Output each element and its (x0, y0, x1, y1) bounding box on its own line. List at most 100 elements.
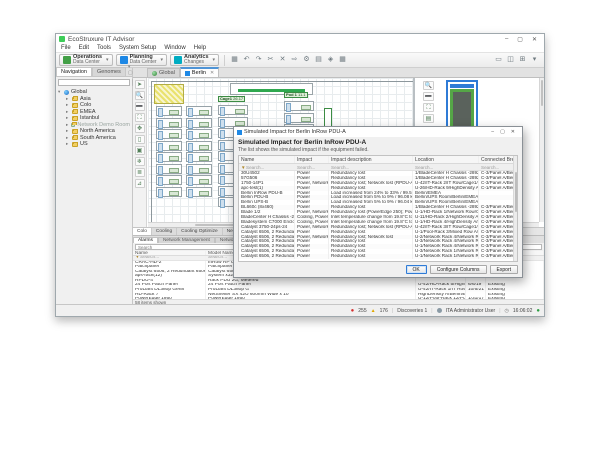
palette-tool-icon[interactable]: ➖ (135, 102, 145, 111)
impact-row[interactable]: Catalyst 6506, 2 Redundant 6506s (2 Powe… (239, 254, 517, 259)
globe-icon (152, 71, 157, 76)
hatched-area (154, 84, 184, 104)
menu-item[interactable]: System Setup (119, 45, 156, 51)
elevation-tool-icon[interactable]: ⛶ (423, 103, 434, 112)
impact-filter-row[interactable]: ▼Search... Search... Search... Search...… (239, 164, 517, 171)
view-mode-tab[interactable]: Colo (133, 228, 152, 235)
view-mode-tab[interactable]: Cooling (152, 228, 177, 235)
folder-icon (72, 103, 78, 108)
mode-operations-button[interactable]: OperationsData Center ▾ (59, 54, 113, 66)
rack-row[interactable] (186, 106, 212, 197)
dialog-title: Simulated Impact for Berlin InRow PDU-A (244, 129, 489, 135)
status-bar: ● 255 ▲ 176 | Discoveries 1 | ITA Admini… (56, 304, 544, 316)
mode-analytics-button[interactable]: AnalyticsChanges ▾ (170, 54, 219, 66)
tab-global[interactable]: Global (147, 68, 180, 77)
chevron-down-icon[interactable]: ▾ (106, 57, 109, 63)
menu-item[interactable]: Window (164, 45, 185, 51)
mode-planning-button[interactable]: PlanningData Center ▾ (116, 54, 167, 66)
dialog-icon (237, 130, 242, 135)
palette-tool-icon[interactable]: ❄ (135, 157, 145, 166)
pod-label: Pod 1 11.1 (284, 92, 308, 98)
elevation-tool-icon[interactable]: ▤ (423, 114, 434, 123)
dialog-scrollbar[interactable] (513, 156, 517, 261)
tab-genomes[interactable]: Genomes (92, 67, 126, 76)
folder-icon (72, 136, 78, 141)
palette-tool-icon[interactable]: ▣ (135, 146, 145, 155)
toolbar-icon[interactable]: ✕ (278, 55, 287, 65)
warning-alarm-count[interactable]: 176 (380, 308, 388, 314)
toolbar-icon[interactable]: ▤ (314, 55, 323, 65)
tool-palette: ➤ 🔍 ➖ ⛶ ✥ ▯ ▣ ❄ ≣ ⊿ (133, 78, 147, 227)
connection-status-icon: ● (536, 308, 540, 314)
chevron-down-icon[interactable]: ▾ (161, 57, 164, 63)
layout-icon[interactable]: ⊞ (518, 55, 527, 65)
nav-search-input[interactable] (58, 79, 130, 86)
layout-icon[interactable]: ▭ (494, 55, 503, 65)
configure-columns-button[interactable]: Configure Columns (430, 265, 487, 274)
clock-icon: ◷ (505, 308, 509, 314)
toolbar-icon[interactable]: ⇨ (290, 55, 299, 65)
discoveries-label[interactable]: Discoveries 1 (397, 308, 427, 314)
impact-table-header[interactable]: Name Impact Impact description Location … (239, 156, 517, 164)
toolbar-icon[interactable]: ⚙ (302, 55, 311, 65)
critical-alarm-count[interactable]: 255 (358, 308, 366, 314)
palette-tool-icon[interactable]: ⊿ (135, 179, 145, 188)
toolbar-icon[interactable]: ↷ (254, 55, 263, 65)
user-avatar-icon (437, 308, 442, 313)
dialog-minimize-button[interactable]: – (491, 129, 494, 135)
palette-tool-icon[interactable]: ➤ (135, 80, 145, 89)
menu-item[interactable]: File (61, 45, 71, 51)
folder-icon (71, 123, 76, 128)
navigation-panel: Navigation Genomes ▾ ▢ Clear ▾ Global ▸ … (56, 68, 133, 304)
layout-icon[interactable]: ◫ (506, 55, 515, 65)
tab-navigation[interactable]: Navigation (56, 67, 92, 76)
toolbar-icon[interactable]: ▦ (338, 55, 347, 65)
ok-button[interactable]: OK (406, 265, 427, 274)
toolbar-icon[interactable]: ↶ (242, 55, 251, 65)
folder-icon (72, 116, 78, 121)
export-button[interactable]: Export (490, 265, 518, 274)
floorplan-icon (185, 71, 190, 76)
palette-tool-icon[interactable]: ▯ (135, 135, 145, 144)
dialog-close-button[interactable]: ✕ (511, 129, 515, 135)
view-mode-tab[interactable]: Cooling Optimize (177, 228, 223, 235)
dialog-heading: Simulated Impact for Berlin InRow PDU-A (234, 137, 522, 146)
app-logo-icon (59, 36, 65, 42)
simulated-impact-dialog: Simulated Impact for Berlin InRow PDU-A … (233, 126, 523, 278)
menu-item[interactable]: Help (194, 45, 206, 51)
toolbar-icon[interactable]: ✂ (266, 55, 275, 65)
maximize-button[interactable]: ▢ (517, 36, 523, 43)
rack-row[interactable] (156, 106, 182, 197)
tree-item[interactable]: ▸ US (58, 141, 130, 148)
palette-tool-icon[interactable]: ≣ (135, 168, 145, 177)
title-bar: EcoStruxure IT Advisor – ▢ ✕ (56, 34, 544, 44)
dialog-title-bar: Simulated Impact for Berlin InRow PDU-A … (234, 127, 522, 137)
dialog-maximize-button[interactable]: ▢ (500, 129, 505, 135)
chevron-down-icon[interactable]: ▾ (213, 57, 216, 63)
palette-tool-icon[interactable]: ✥ (135, 124, 145, 133)
status-time: 16:06:02 (513, 308, 532, 314)
elevation-toolbar: 🔍 ➖ ⛶ ▤ (423, 81, 436, 123)
palette-tool-icon[interactable]: 🔍 (135, 91, 145, 100)
tab-berlin[interactable]: Berlin ✕ (180, 67, 219, 77)
mode-sublabel: Data Center (73, 60, 102, 65)
toolbar-icon[interactable]: ◈ (326, 55, 335, 65)
logged-in-user[interactable]: ITA Administrator User (446, 308, 496, 314)
mode-sublabel: Changes (184, 60, 208, 65)
folder-icon (72, 97, 78, 102)
menu-item[interactable]: Tools (97, 45, 111, 51)
vertical-scrollbar[interactable] (539, 78, 544, 222)
toolbar-icon[interactable]: ▦ (230, 55, 239, 65)
elevation-tool-icon[interactable]: ➖ (423, 92, 434, 101)
elevation-tool-icon[interactable]: 🔍 (423, 81, 434, 90)
folder-icon (72, 110, 78, 115)
folder-icon (72, 129, 78, 134)
close-tab-icon[interactable]: ✕ (210, 70, 214, 76)
dialog-subtitle: The list shows the simulated impact if t… (234, 146, 522, 155)
operations-icon (63, 56, 71, 64)
palette-tool-icon[interactable]: ⛶ (135, 113, 145, 122)
layout-icon[interactable]: ▾ (530, 55, 539, 65)
close-button[interactable]: ✕ (532, 36, 537, 43)
menu-item[interactable]: Edit (79, 45, 89, 51)
minimize-button[interactable]: – (505, 36, 508, 43)
